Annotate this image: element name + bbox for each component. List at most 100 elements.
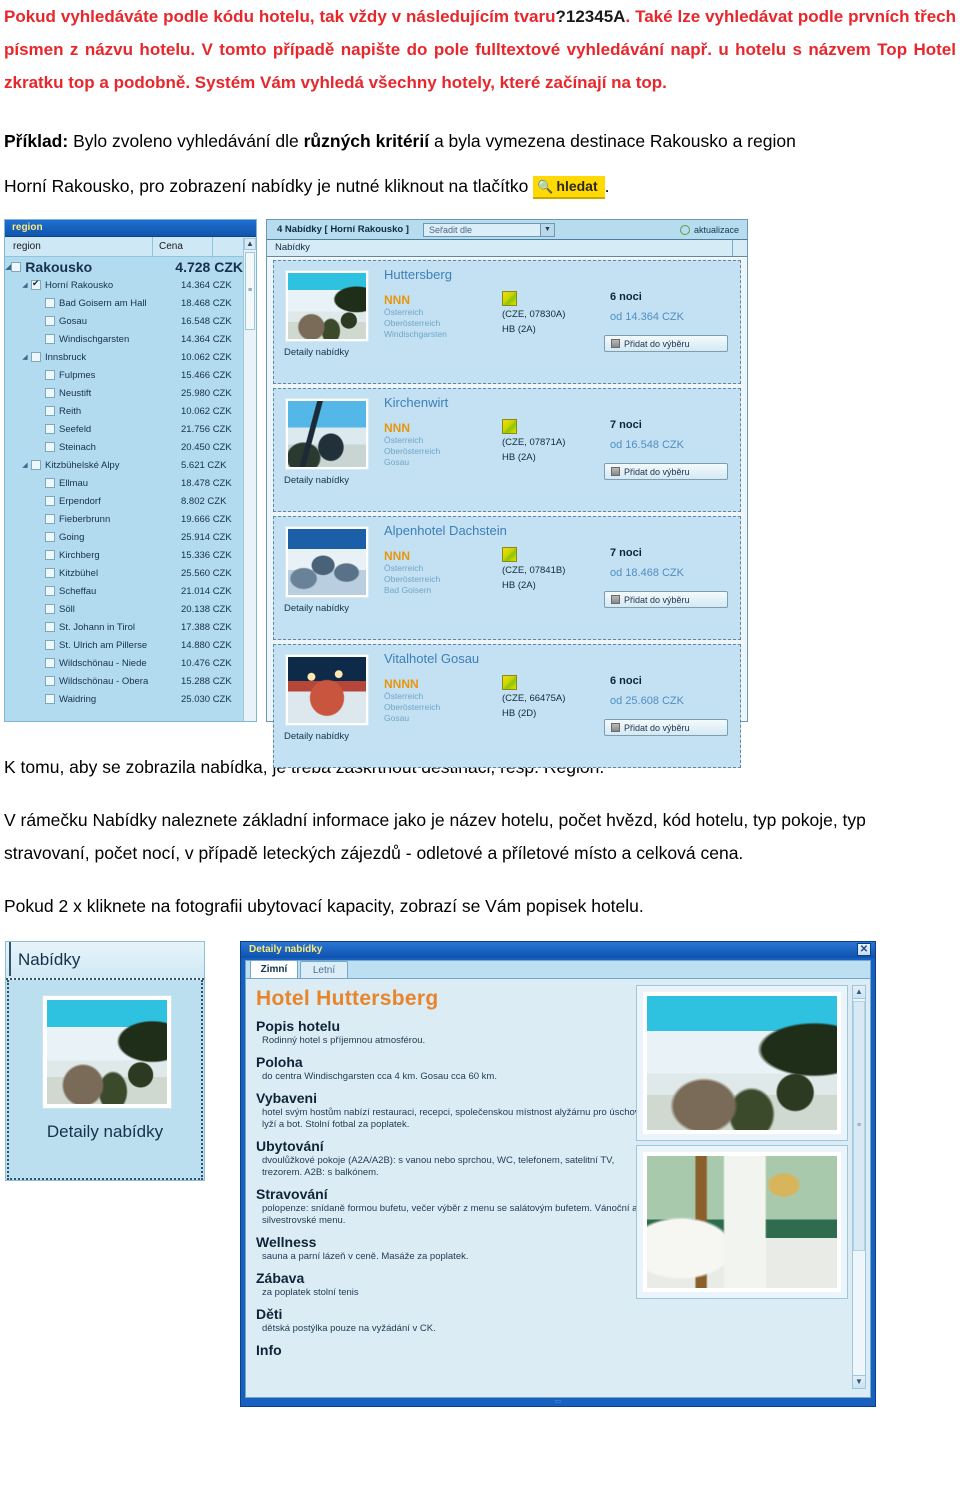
dialog-section-body: dvoulůžkové pokoje (A2A/A2B): s vanou ne… [262,1155,615,1178]
region-checkbox[interactable] [45,640,55,650]
offer-thumbnail[interactable] [285,270,369,342]
chevron-down-icon[interactable]: ▼ [853,1375,865,1388]
region-checkbox[interactable] [45,442,55,452]
gallery-item-exterior[interactable] [636,985,848,1141]
region-name: Söll [59,603,75,615]
hledat-button[interactable]: 🔍 hledat [533,176,605,199]
chevron-down-icon[interactable]: ▼ [539,223,554,236]
region-tree-row[interactable]: Fulpmes 15.466 CZK [5,366,243,384]
region-tree-row[interactable]: ◢ Kitzbühelské Alpy 5.621 CZK [5,456,243,474]
scrollbar-thumb[interactable]: ≡ [853,1001,865,1251]
region-checkbox[interactable] [45,370,55,380]
dialog-section-body: do centra Windischgarsten cca 4 km. Gosa… [262,1071,497,1082]
region-checkbox[interactable] [45,568,55,578]
example-text-2: a byla vymezena destinace Rakousko a reg… [429,131,796,151]
chevron-up-icon[interactable]: ▲ [853,986,865,999]
region-checkbox[interactable] [45,676,55,686]
region-checkbox[interactable] [45,424,55,434]
gallery-item-room[interactable] [636,1145,848,1299]
offer-detail-link[interactable]: Detaily nabídky [284,475,349,486]
dialog-scrollbar[interactable]: ▲ ≡ ▼ [852,985,866,1389]
region-checkbox[interactable] [11,262,22,272]
region-tree-row[interactable]: Neustift 25.980 CZK [5,384,243,402]
region-tree-row[interactable]: ◢ Innsbruck 10.062 CZK [5,348,243,366]
region-checkbox[interactable] [31,460,41,470]
offer-thumbnail[interactable] [285,398,369,470]
region-checkbox[interactable] [45,532,55,542]
offer-detail-link[interactable]: Detaily nabídky [284,603,349,614]
tree-expander-icon[interactable]: ◢ [19,353,31,361]
dialog-tab[interactable]: Zimní [250,960,298,978]
refresh-button[interactable]: aktualizace [679,224,739,235]
offer-thumbnail[interactable] [285,654,369,726]
region-tree-row[interactable]: Erpendorf 8.802 CZK [5,492,243,510]
region-checkbox[interactable] [45,298,55,308]
dialog-tabs[interactable]: Zimní Letní [245,960,871,978]
region-tree-row[interactable]: Scheffau 21.014 CZK [5,582,243,600]
offer-detail-link[interactable]: Detaily nabídky [284,731,349,742]
region-tree-row[interactable]: Ellmau 18.478 CZK [5,474,243,492]
add-to-selection-button[interactable]: Přidat do výběru [604,719,728,736]
region-tree-row[interactable]: Gosau 16.548 CZK [5,312,243,330]
close-icon[interactable]: ✕ [857,943,871,956]
sort-select[interactable]: Seřadit dle ▼ [422,222,555,237]
region-checkbox[interactable] [45,622,55,632]
region-checkbox[interactable] [45,586,55,596]
region-tree-row[interactable]: Kitzbühel 25.560 CZK [5,564,243,582]
offer-detail-link[interactable]: Detaily nabídky [284,347,349,358]
region-checkbox[interactable] [45,406,55,416]
region-checkbox[interactable] [45,514,55,524]
region-tree[interactable]: ◢ Rakousko 4.728 CZK ◢ Horní Rakousko 14.364 … [5,258,243,721]
region-checkbox[interactable] [45,496,55,506]
region-checkbox[interactable] [45,334,55,344]
tree-expander-icon[interactable]: ◢ [19,461,31,469]
region-checkbox[interactable] [45,316,55,326]
region-checkbox[interactable] [45,388,55,398]
region-tree-row[interactable]: ◢ Rakousko 4.728 CZK [5,258,243,276]
region-tree-row[interactable]: Windischgarsten 14.364 CZK [5,330,243,348]
region-tree-row[interactable]: Söll 20.138 CZK [5,600,243,618]
offer-hotel-name[interactable]: Vitalhotel Gosau [384,651,479,666]
region-name: St. Ulrich am Pillerse [59,639,148,651]
region-tree-row[interactable]: Seefeld 21.756 CZK [5,420,243,438]
offer-price: od 25.608 CZK [610,695,684,707]
region-checkbox[interactable] [45,478,55,488]
region-checkbox[interactable] [45,550,55,560]
region-tree-row[interactable]: Wildschönau - Obera 15.288 CZK [5,672,243,690]
add-to-selection-button[interactable]: Přidat do výběru [604,591,728,608]
dialog-tab[interactable]: Letní [300,961,348,978]
region-tree-row[interactable]: Fieberbrunn 19.666 CZK [5,510,243,528]
region-checkbox[interactable] [45,658,55,668]
region-tree-row[interactable]: Wildschönau - Niede 10.476 CZK [5,654,243,672]
region-checkbox[interactable] [31,278,41,290]
add-to-selection-button[interactable]: Přidat do výběru [604,463,728,480]
offer-hotel-name[interactable]: Huttersberg [384,267,452,282]
region-tree-row[interactable]: St. Ulrich am Pillerse 14.880 CZK [5,636,243,654]
scrollbar-thumb[interactable]: ≡ [245,252,255,330]
hotel-thumbnail-photo[interactable] [42,995,172,1109]
offer-hotel-name[interactable]: Alpenhotel Dachstein [384,523,507,538]
offer-board-text: HB (2D) [502,708,537,719]
region-checkbox[interactable] [45,604,55,614]
region-name: Innsbruck [45,351,87,363]
region-price: 17.388 CZK [181,621,232,633]
region-checkbox[interactable] [45,694,55,704]
region-tree-row[interactable]: Going 25.914 CZK [5,528,243,546]
offer-code-text: (CZE, 07830A) [502,309,566,320]
region-scrollbar[interactable]: ▲ ≡ [243,238,256,721]
tree-expander-icon[interactable]: ◢ [19,281,31,289]
region-table-header: region Cena [5,237,256,257]
chevron-up-icon[interactable]: ▲ [244,238,256,250]
region-tree-row[interactable]: Reith 10.062 CZK [5,402,243,420]
region-tree-row[interactable]: Steinach 20.450 CZK [5,438,243,456]
offer-hotel-name[interactable]: Kirchenwirt [384,395,448,410]
region-tree-row[interactable]: Waidring 25.030 CZK [5,690,243,708]
region-tree-row[interactable]: St. Johann in Tirol 17.388 CZK [5,618,243,636]
offer-thumbnail[interactable] [285,526,369,598]
region-tree-row[interactable]: Kirchberg 15.336 CZK [5,546,243,564]
region-tree-row[interactable]: Bad Goisern am Hall 18.468 CZK [5,294,243,312]
nabidky-detail-caption[interactable]: Detaily nabídky [9,1122,201,1142]
region-tree-row[interactable]: ◢ Horní Rakousko 14.364 CZK [5,276,243,294]
region-checkbox[interactable] [31,352,41,362]
add-to-selection-button[interactable]: Přidat do výběru [604,335,728,352]
